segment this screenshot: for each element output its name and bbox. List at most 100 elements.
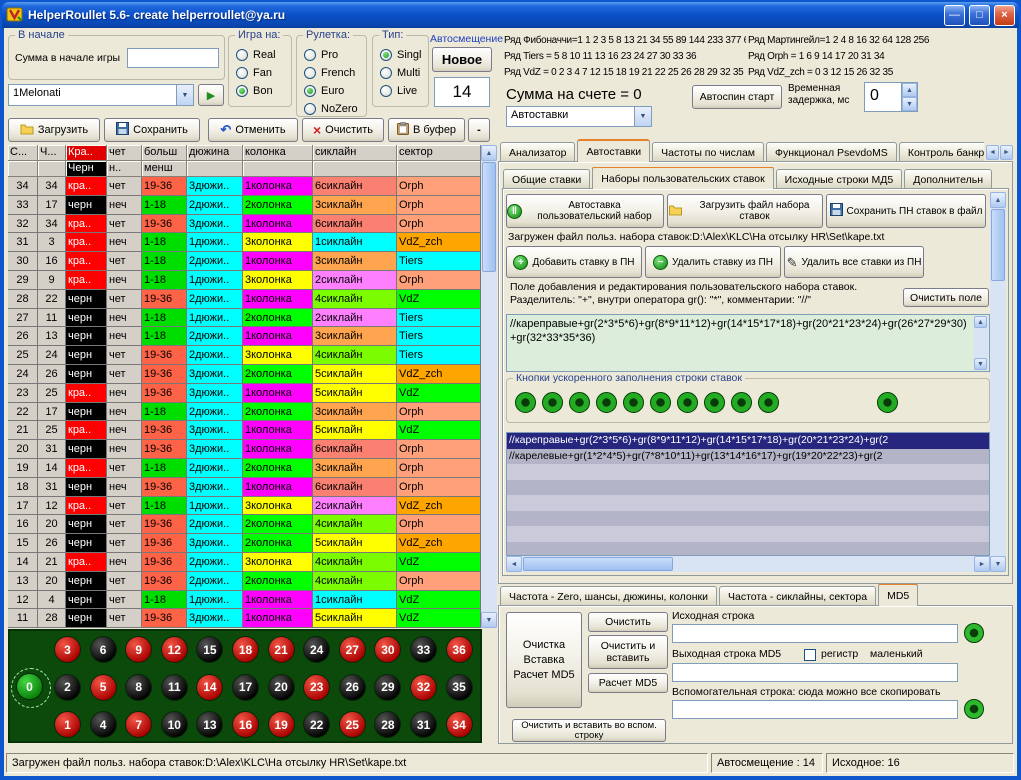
load-bet-set-button[interactable]: Загрузить файл набора ставок <box>667 194 823 228</box>
bets-list-hscrollbar[interactable]: ◄ ► <box>506 556 990 572</box>
quick-bet-button-3[interactable] <box>569 392 590 413</box>
table-row[interactable]: 2426чернчет19-363дюжи..2колонка5сиклайнV… <box>8 365 481 384</box>
board-number-14[interactable]: 14 <box>196 674 223 701</box>
board-number-5[interactable]: 5 <box>90 674 117 701</box>
table-row[interactable]: 2217черннеч1-182дюжи..2колонка3сиклайнOr… <box>8 403 481 422</box>
board-number-35[interactable]: 35 <box>446 674 473 701</box>
load-button[interactable]: Загрузить <box>8 118 100 142</box>
table-row[interactable]: 1712кра..чет1-181дюжи..3колонка2сиклайнV… <box>8 497 481 516</box>
scroll-up-icon[interactable]: ▲ <box>990 192 1006 208</box>
quick-bet-button-7[interactable] <box>677 392 698 413</box>
bet-edit-scrollbar[interactable]: ▲ ▼ <box>974 316 988 370</box>
scroll-down-icon[interactable]: ▼ <box>974 358 987 370</box>
board-number-24[interactable]: 24 <box>303 636 330 663</box>
chevron-down-icon[interactable]: ▼ <box>176 85 193 105</box>
radio-option-Real[interactable]: Real <box>236 46 291 64</box>
table-row[interactable]: 2613черннеч1-182дюжи..1колонка3сиклайнTi… <box>8 327 481 346</box>
radio-option-Singl[interactable]: Singl <box>380 46 428 64</box>
table-row[interactable]: 1421кра..неч19-362дюжи..3колонка4сиклайн… <box>8 553 481 572</box>
maximize-button[interactable]: □ <box>969 5 990 26</box>
sub-tab-1[interactable]: Наборы пользовательских ставок <box>592 167 773 189</box>
play-button[interactable]: ▶ <box>198 84 224 106</box>
preset-combo[interactable]: 1Melonati ▼ <box>8 84 194 106</box>
quick-bet-button-8[interactable] <box>704 392 725 413</box>
board-number-9[interactable]: 9 <box>125 636 152 663</box>
board-number-15[interactable]: 15 <box>196 636 223 663</box>
board-number-27[interactable]: 27 <box>339 636 366 663</box>
spinner-up-icon[interactable]: ▲ <box>902 83 917 97</box>
board-number-13[interactable]: 13 <box>196 711 223 738</box>
table-row[interactable]: 2125кра..неч19-363дюжи..1колонка5сиклайн… <box>8 421 481 440</box>
main-tab-1[interactable]: Автоставки <box>577 139 650 162</box>
main-tab-3[interactable]: Функционал PsevdoMS <box>766 142 897 162</box>
radio-option-Live[interactable]: Live <box>380 82 428 100</box>
autobets-combo[interactable]: Автоставки ▼ <box>506 106 652 127</box>
table-row[interactable]: 299кра..неч1-181дюжи..3колонка2сиклайнOr… <box>8 271 481 290</box>
md5-output-input[interactable] <box>672 663 958 682</box>
scroll-right-icon[interactable]: ► <box>974 556 990 572</box>
table-row[interactable]: 124чернчет1-181дюжи..1колонка1сиклайнVdZ <box>8 591 481 610</box>
board-number-8[interactable]: 8 <box>125 674 152 701</box>
board-number-32[interactable]: 32 <box>410 674 437 701</box>
radio-option-Multi[interactable]: Multi <box>380 64 428 82</box>
board-number-22[interactable]: 22 <box>303 711 330 738</box>
board-number-25[interactable]: 25 <box>339 711 366 738</box>
quick-bet-button-9[interactable] <box>731 392 752 413</box>
radio-option-Fan[interactable]: Fan <box>236 64 291 82</box>
quick-bet-button-1[interactable] <box>515 392 536 413</box>
board-number-3[interactable]: 3 <box>54 636 81 663</box>
md5-clear-paste-aux-button[interactable]: Очистить и вставить во вспом. строку <box>512 719 666 742</box>
minimize-button[interactable]: — <box>944 5 965 26</box>
radio-option-Pro[interactable]: Pro <box>304 46 366 64</box>
autobet-user-set-button[interactable]: ‖ Автоставка пользовательский набор <box>506 194 664 228</box>
bet-edit-field[interactable]: //кареправые+gr(2*3*5*6)+gr(8*9*11*12)+g… <box>506 314 990 372</box>
table-row[interactable]: 3317черннеч1-182дюжи..2колонка3сиклайнOr… <box>8 196 481 215</box>
bets-list-item-2[interactable]: //карелевые+gr(1*2*4*5)+gr(7*8*10*11)+gr… <box>507 449 989 465</box>
sub-tab-3[interactable]: Дополнительн <box>904 169 992 189</box>
md5-calc-button[interactable]: Расчет MD5 <box>588 673 668 693</box>
board-number-36[interactable]: 36 <box>446 636 473 663</box>
board-number-10[interactable]: 10 <box>161 711 188 738</box>
board-number-7[interactable]: 7 <box>125 711 152 738</box>
board-number-2[interactable]: 2 <box>54 674 81 701</box>
board-number-11[interactable]: 11 <box>161 674 188 701</box>
board-number-16[interactable]: 16 <box>232 711 259 738</box>
quick-bet-button-4[interactable] <box>596 392 617 413</box>
table-row[interactable]: 3234кра..чет19-363дюжи..1колонка6сиклайн… <box>8 215 481 234</box>
hscroll-thumb[interactable] <box>523 557 673 571</box>
md5-source-input[interactable] <box>672 624 958 643</box>
board-number-19[interactable]: 19 <box>268 711 295 738</box>
table-row[interactable]: 313кра..неч1-181дюжи..3колонка1сиклайнVd… <box>8 233 481 252</box>
clear-button[interactable]: × Очистить <box>302 118 384 142</box>
minus-button[interactable]: - <box>468 118 490 142</box>
quick-bet-button-6[interactable] <box>650 392 671 413</box>
table-row[interactable]: 3434кра..чет19-363дюжи..1колонка6сиклайн… <box>8 177 481 196</box>
board-number-26[interactable]: 26 <box>339 674 366 701</box>
scroll-up-icon[interactable]: ▲ <box>974 316 987 328</box>
table-row[interactable]: 2711черннеч1-181дюжи..2колонка2сиклайнTi… <box>8 309 481 328</box>
table-row[interactable]: 1526чернчет19-363дюжи..2колонка5сиклайнV… <box>8 534 481 553</box>
table-row[interactable]: 2524чернчет19-362дюжи..3колонка4сиклайнT… <box>8 346 481 365</box>
md5-clear-button[interactable]: Очистить <box>588 612 668 632</box>
table-row[interactable]: 1914кра..чет1-182дюжи..2колонка3сиклайнO… <box>8 459 481 478</box>
to-buffer-button[interactable]: В буфер <box>388 118 465 142</box>
table-row[interactable]: 1831черннеч19-363дюжи..1колонка6сиклайнO… <box>8 478 481 497</box>
table-row[interactable]: 3016кра..чет1-182дюжи..1колонка3сиклайнT… <box>8 252 481 271</box>
board-number-31[interactable]: 31 <box>410 711 437 738</box>
add-bet-button[interactable]: + Добавить ставку в ПН <box>506 246 642 278</box>
clear-field-button[interactable]: Очистить поле <box>903 288 989 307</box>
quick-bet-button-10[interactable] <box>758 392 779 413</box>
scroll-down-icon[interactable]: ▼ <box>481 612 497 628</box>
board-number-4[interactable]: 4 <box>90 711 117 738</box>
close-button[interactable]: × <box>994 5 1015 26</box>
board-number-1[interactable]: 1 <box>54 711 81 738</box>
radio-option-Euro[interactable]: Euro <box>304 82 366 100</box>
tabs-scroll-right-icon[interactable]: ► <box>1000 145 1013 160</box>
md5-aux-go-button[interactable] <box>964 699 984 719</box>
board-number-12[interactable]: 12 <box>161 636 188 663</box>
scroll-down-icon[interactable]: ▼ <box>990 556 1006 572</box>
sub-tab-2[interactable]: Исходные строки МД5 <box>776 169 903 189</box>
sub-tab-0[interactable]: Общие ставки <box>503 169 590 189</box>
board-number-6[interactable]: 6 <box>90 636 117 663</box>
table-scrollbar[interactable]: ▲ ▼ <box>481 145 497 628</box>
